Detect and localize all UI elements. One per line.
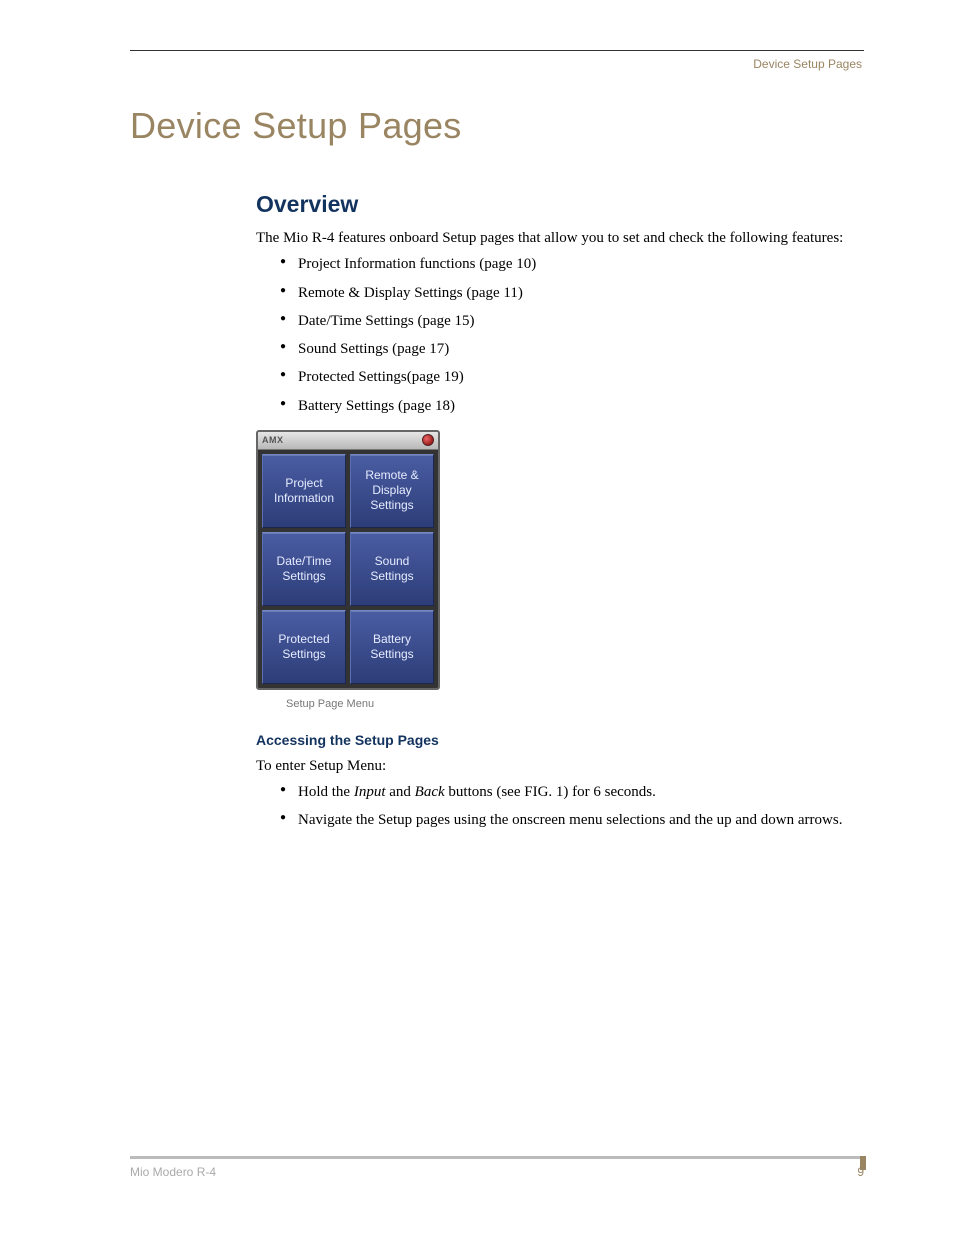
accessing-steps: Hold the Input and Back buttons (see FIG…	[256, 782, 864, 831]
figure-caption: Setup Page Menu	[286, 698, 864, 710]
step1-post: buttons (see FIG. 1) for 6 seconds.	[445, 784, 656, 800]
device-button-sound: Sound Settings	[350, 532, 434, 606]
top-rule	[130, 50, 864, 51]
device-logo: AMX	[262, 435, 284, 445]
list-item: Project Information functions (page 10)	[298, 254, 864, 274]
device-button-date-time: Date/Time Settings	[262, 532, 346, 606]
close-icon	[422, 434, 434, 446]
footer: Mio Modero R-4 9	[130, 1156, 864, 1179]
device-button-project-info: Project Information	[262, 454, 346, 528]
device-button-remote-display: Remote & Display Settings	[350, 454, 434, 528]
running-head: Device Setup Pages	[130, 57, 864, 71]
step1-mid: and	[386, 784, 415, 800]
list-item: Battery Settings (page 18)	[298, 396, 864, 416]
step1-italic-input: Input	[354, 784, 386, 800]
list-item: Protected Settings(page 19)	[298, 367, 864, 387]
list-item: Remote & Display Settings (page 11)	[298, 283, 864, 303]
device-button-protected: Protected Settings	[262, 610, 346, 684]
footer-product: Mio Modero R-4	[130, 1165, 216, 1179]
overview-heading: Overview	[256, 191, 864, 218]
device-titlebar: AMX	[258, 432, 438, 450]
device-grid: Project Information Remote & Display Set…	[258, 450, 438, 688]
accessing-intro: To enter Setup Menu:	[256, 756, 864, 776]
chapter-title: Device Setup Pages	[130, 105, 864, 147]
step1-italic-back: Back	[415, 784, 445, 800]
list-item: Date/Time Settings (page 15)	[298, 311, 864, 331]
overview-intro: The Mio R-4 features onboard Setup pages…	[256, 228, 864, 248]
overview-bullets: Project Information functions (page 10) …	[256, 254, 864, 416]
list-item: Navigate the Setup pages using the onscr…	[298, 810, 864, 830]
list-item: Sound Settings (page 17)	[298, 339, 864, 359]
device-button-battery: Battery Settings	[350, 610, 434, 684]
step1-pre: Hold the	[298, 784, 354, 800]
device-screenshot: AMX Project Information Remote & Display…	[256, 430, 440, 690]
footer-accent	[860, 1156, 866, 1170]
accessing-heading: Accessing the Setup Pages	[256, 732, 864, 748]
list-item: Hold the Input and Back buttons (see FIG…	[298, 782, 864, 802]
figure-setup-menu: AMX Project Information Remote & Display…	[256, 430, 864, 710]
